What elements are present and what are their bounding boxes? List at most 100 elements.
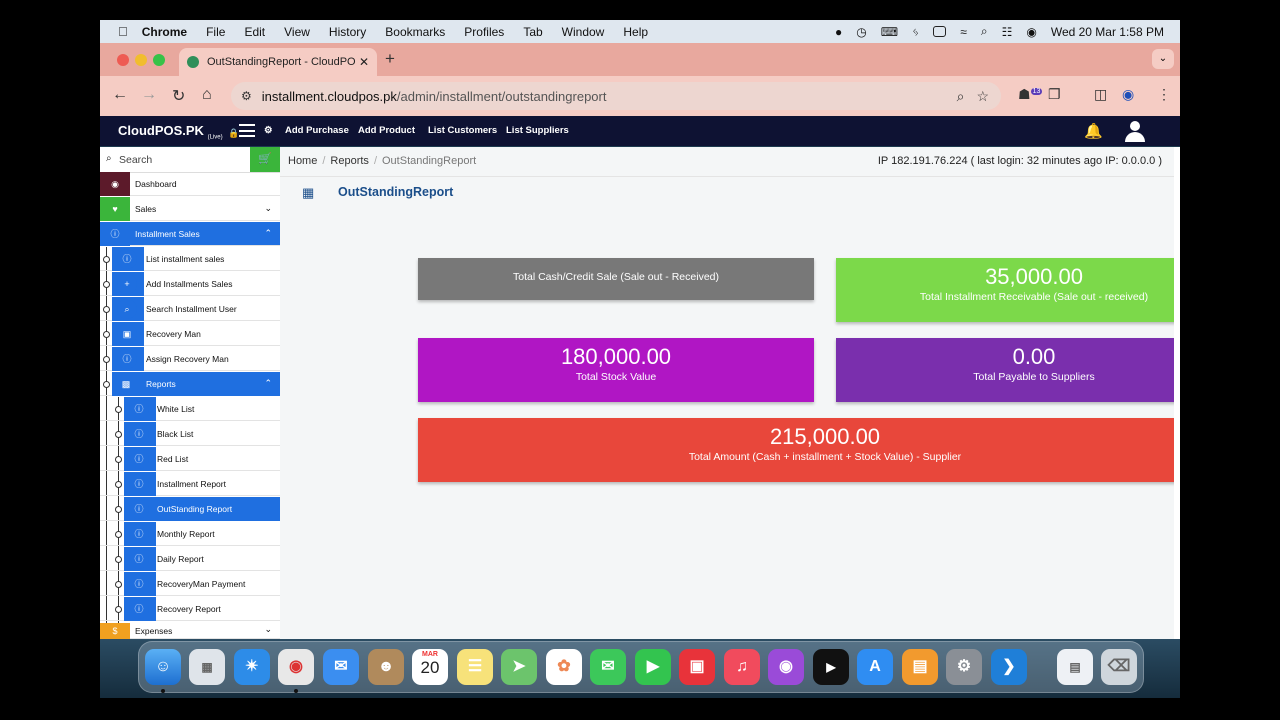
address-bar[interactable]: ⚙ installment.cloudpos.pk/admin/installm…	[231, 82, 1001, 110]
sidebar-item-recovery-man[interactable]: ▣ Recovery Man	[100, 322, 280, 346]
zip-file-icon[interactable]: ▤	[1057, 649, 1093, 685]
tv-icon[interactable]: ▶	[813, 649, 849, 685]
sidebar-item-daily-report[interactable]: ⓘ Daily Report	[100, 547, 280, 571]
gear-link-icon: ⚙	[264, 125, 273, 136]
safari-icon[interactable]: ✴	[234, 649, 270, 685]
new-tab-button[interactable]: +	[385, 49, 395, 69]
header-link-list-customers[interactable]: List Customers	[428, 125, 497, 136]
music-icon[interactable]: ♫	[724, 649, 760, 685]
sidebar-item-outstanding-report[interactable]: ⓘ OutStanding Report	[100, 497, 280, 521]
info-icon: ⓘ	[129, 499, 149, 519]
system-settings-icon[interactable]: ⚙	[946, 649, 982, 685]
window-minimize-button[interactable]	[135, 54, 147, 66]
siri-icon[interactable]: ◉	[1026, 25, 1036, 39]
cart-button[interactable]: 🛒	[250, 147, 280, 172]
photos-icon[interactable]: ✿	[546, 649, 582, 685]
sidebar-item-red-list[interactable]: ⓘ Red List	[100, 447, 280, 471]
launchpad-icon[interactable]: ▦	[189, 649, 225, 685]
photo-booth-icon[interactable]: ▣	[679, 649, 715, 685]
menu-bookmarks[interactable]: Bookmarks	[385, 25, 445, 39]
sidebar-item-search-installment-user[interactable]: ⌕ Search Installment User	[100, 297, 280, 321]
header-link-list-suppliers[interactable]: List Suppliers	[506, 125, 569, 136]
tab-close-icon[interactable]: ✕	[359, 55, 369, 69]
search-icon: ⌕	[106, 153, 112, 164]
menu-help[interactable]: Help	[623, 25, 648, 39]
menu-history[interactable]: History	[329, 25, 366, 39]
notes-icon[interactable]: ☰	[457, 649, 493, 685]
chrome-icon[interactable]: ◉	[278, 649, 314, 685]
chrome-menu-icon[interactable]: ⋮	[1157, 86, 1171, 103]
window-close-button[interactable]	[117, 54, 129, 66]
trash-icon[interactable]: ⌫	[1101, 649, 1137, 685]
sidebar-item-add-installments-sales[interactable]: + Add Installments Sales	[100, 272, 280, 296]
battery-icon[interactable]	[933, 26, 947, 37]
header-link-add-product[interactable]: Add Product	[358, 125, 415, 136]
extension-icon[interactable]: ☗ 13	[1018, 86, 1043, 103]
header-link-add-purchase[interactable]: Add Purchase	[285, 125, 349, 136]
maps-icon[interactable]: ➤	[501, 649, 537, 685]
contacts-icon[interactable]: ☻	[368, 649, 404, 685]
sidebar-item-recovery-report[interactable]: ⓘ Recovery Report	[100, 597, 280, 621]
sidebar-label: Assign Recovery Man	[146, 354, 229, 364]
menu-file[interactable]: File	[206, 25, 225, 39]
record-icon[interactable]: ●	[835, 25, 842, 39]
menu-app-name[interactable]: Chrome	[142, 25, 187, 39]
sidebar-item-black-list[interactable]: ⓘ Black List	[100, 422, 280, 446]
site-info-icon[interactable]: ⚙	[241, 89, 252, 103]
finder-icon[interactable]: ☺	[145, 649, 181, 685]
side-panel-icon[interactable]: ◫	[1094, 86, 1107, 103]
sidebar-item-white-list[interactable]: ⓘ White List	[100, 397, 280, 421]
sidebar-item-recoveryman-payment[interactable]: ⓘ RecoveryMan Payment	[100, 572, 280, 596]
spotlight-icon[interactable]: ⌕	[981, 24, 988, 39]
sidebar-item-sales[interactable]: ♥ Sales ⌄	[100, 197, 280, 221]
vscode-icon[interactable]: ❯	[991, 649, 1027, 685]
zoom-icon[interactable]: ⌕	[957, 88, 965, 105]
window-zoom-button[interactable]	[153, 54, 165, 66]
menu-profiles[interactable]: Profiles	[464, 25, 504, 39]
forward-icon[interactable]: →	[141, 86, 157, 104]
control-center-icon[interactable]: ☷	[1002, 25, 1013, 39]
brand-logo[interactable]: CloudPOS.PK (Live)	[118, 123, 223, 141]
podcasts-icon[interactable]: ◉	[768, 649, 804, 685]
hamburger-menu-icon[interactable]	[239, 124, 255, 137]
breadcrumb-reports[interactable]: Reports	[330, 155, 369, 167]
sidebar-item-assign-recovery-man[interactable]: ⓘ Assign Recovery Man	[100, 347, 280, 371]
sidebar-search[interactable]: ⌕ Search 🛒	[100, 147, 280, 173]
wifi-icon[interactable]: ≈	[960, 25, 967, 39]
menu-window[interactable]: Window	[562, 25, 605, 39]
apple-icon[interactable]: 	[118, 24, 128, 39]
browser-tab-active[interactable]: OutStandingReport - CloudPO ✕	[179, 48, 377, 76]
home-icon[interactable]: ⌂	[202, 86, 212, 104]
sidebar-item-monthly-report[interactable]: ⓘ Monthly Report	[100, 522, 280, 546]
books-icon[interactable]: ▤	[902, 649, 938, 685]
sidebar-item-dashboard[interactable]: ◉ Dashboard	[100, 172, 280, 196]
keyboard-icon[interactable]: ⌨	[881, 25, 898, 39]
scrollbar[interactable]	[1174, 147, 1180, 639]
menu-edit[interactable]: Edit	[244, 25, 265, 39]
menu-view[interactable]: View	[284, 25, 310, 39]
user-avatar[interactable]	[1122, 119, 1148, 143]
profile-icon[interactable]: ◉	[1122, 86, 1134, 103]
sidebar-item-expenses[interactable]: $ Expenses ⌄	[100, 623, 280, 639]
breadcrumb-home[interactable]: Home	[288, 155, 317, 167]
macos-dock: ☺ ▦ ✴ ◉ ✉ ☻ MAR 20 ☰ ➤ ✿ ✉ ▶ ▣ ♫ ◉ ▶ A ▤…	[138, 641, 1144, 693]
menubar-clock[interactable]: Wed 20 Mar 1:58 PM	[1051, 25, 1164, 39]
facetime-icon[interactable]: ▶	[635, 649, 671, 685]
calendar-app-icon[interactable]: MAR 20	[412, 649, 448, 685]
sidebar-item-reports[interactable]: ▩ Reports ⌃	[100, 372, 280, 396]
notification-bell-icon[interactable]: 🔔	[1084, 122, 1103, 140]
menu-tab[interactable]: Tab	[523, 25, 542, 39]
puzzle-icon[interactable]: ❐	[1048, 86, 1061, 103]
clock-icon[interactable]: ◷	[856, 25, 866, 39]
mail-icon[interactable]: ✉	[323, 649, 359, 685]
reload-icon[interactable]: ↻	[172, 86, 185, 106]
tab-search-button[interactable]: ⌄	[1152, 49, 1174, 69]
bluetooth-icon[interactable]: ᛃ	[912, 25, 919, 39]
back-icon[interactable]: ←	[112, 86, 128, 104]
messages-icon[interactable]: ✉	[590, 649, 626, 685]
app-store-icon[interactable]: A	[857, 649, 893, 685]
sidebar-item-installment-sales[interactable]: ⓘ Installment Sales ⌃	[100, 222, 280, 246]
bookmark-star-icon[interactable]: ☆	[976, 88, 989, 105]
sidebar-item-list-installment-sales[interactable]: ⓘ List installment sales	[100, 247, 280, 271]
sidebar-item-installment-report[interactable]: ⓘ Installment Report	[100, 472, 280, 496]
